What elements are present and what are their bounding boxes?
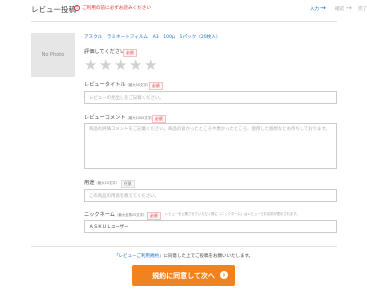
agree-and-next-button[interactable]: 規約に同意して次へ › [132, 265, 235, 286]
product-name-link[interactable]: アスクル ラミネートフィルム A3 100μ 1パック（20枚入） [84, 34, 220, 40]
nickname-note: （最大全角20文字） [114, 213, 147, 217]
review-title-input[interactable]: レビューの見出しをご記載ください。 [84, 91, 337, 104]
terms-link[interactable]: 「レビューご利用規約」 [114, 254, 164, 259]
warning-icon: ! [74, 5, 80, 11]
chevron-right-icon: › [220, 271, 228, 279]
usage-label: 用途（最大20文字） [84, 179, 119, 186]
review-title-label: レビュータイトル（最大50文字） [84, 81, 150, 88]
divider [31, 21, 337, 22]
page-header: レビュー投稿 ! ご利用の前に必ずお読みください 入力 → 確認 → 完了 [0, 0, 367, 22]
required-badge: 必須 [147, 212, 161, 220]
notice-link[interactable]: ! ご利用の前に必ずお読みください [74, 5, 151, 11]
review-comment-label: レビューコメント（最大1000文字） [84, 114, 155, 121]
step-confirm: 確認 [335, 7, 344, 12]
usage-input[interactable]: この商品の用途を教えてください。 [84, 189, 337, 202]
rating-label: 評価してください [84, 49, 126, 55]
step-indicator: 入力 → 確認 → 完了 [310, 4, 367, 15]
star-icon[interactable]: ★ [84, 58, 98, 73]
usage-note: （最大20文字） [94, 181, 120, 185]
nickname-input[interactable]: ＡＳＫＵＬユーザー [84, 220, 337, 233]
nickname-label: ニックネーム（最大全角20文字） [84, 211, 146, 218]
star-icon[interactable]: ★ [114, 58, 128, 73]
product-thumbnail: No Photo [31, 33, 75, 77]
thumbnail-placeholder-text: No Photo [41, 52, 65, 58]
nickname-label-text: ニックネーム [84, 212, 115, 218]
submit-label: 規約に同意して次へ [152, 271, 215, 280]
arrow-right-icon: → [320, 4, 326, 12]
arrow-right-icon: → [346, 4, 352, 12]
step-complete: 完了 [358, 7, 367, 12]
star-icon[interactable]: ★ [144, 58, 158, 73]
star-rating[interactable]: ★ ★ ★ ★ ★ [84, 58, 158, 73]
page-title: レビュー投稿 [31, 5, 76, 14]
required-badge: 必須 [149, 82, 163, 90]
star-icon[interactable]: ★ [129, 58, 143, 73]
star-icon[interactable]: ★ [99, 58, 113, 73]
notice-text: ご利用の前に必ずお読みください [82, 6, 151, 11]
required-badge: 必須 [152, 115, 166, 123]
nickname-hint: レビューを公開させていただく際に（ニックネーム）はレビューでお名前が表示されます… [165, 212, 300, 216]
review-comment-note: （最大1000文字） [125, 116, 155, 120]
divider [31, 246, 337, 247]
review-title-note: （最大50文字） [125, 83, 151, 87]
review-comment-textarea[interactable]: 商品の評価コメントをご記載ください。商品の良かったところや悪かったところ、使用し… [84, 123, 337, 169]
terms-text: に同意した上でご投稿をお願いいたします。 [163, 254, 254, 259]
review-comment-label-text: レビューコメント [84, 115, 126, 121]
usage-label-text: 用途 [84, 180, 95, 186]
optional-badge: 任意 [121, 180, 135, 188]
review-title-label-text: レビュータイトル [84, 82, 126, 88]
terms-notice: 「レビューご利用規約」に同意した上でご投稿をお願いいたします。 [0, 253, 367, 259]
step-input: 入力 [310, 7, 319, 12]
